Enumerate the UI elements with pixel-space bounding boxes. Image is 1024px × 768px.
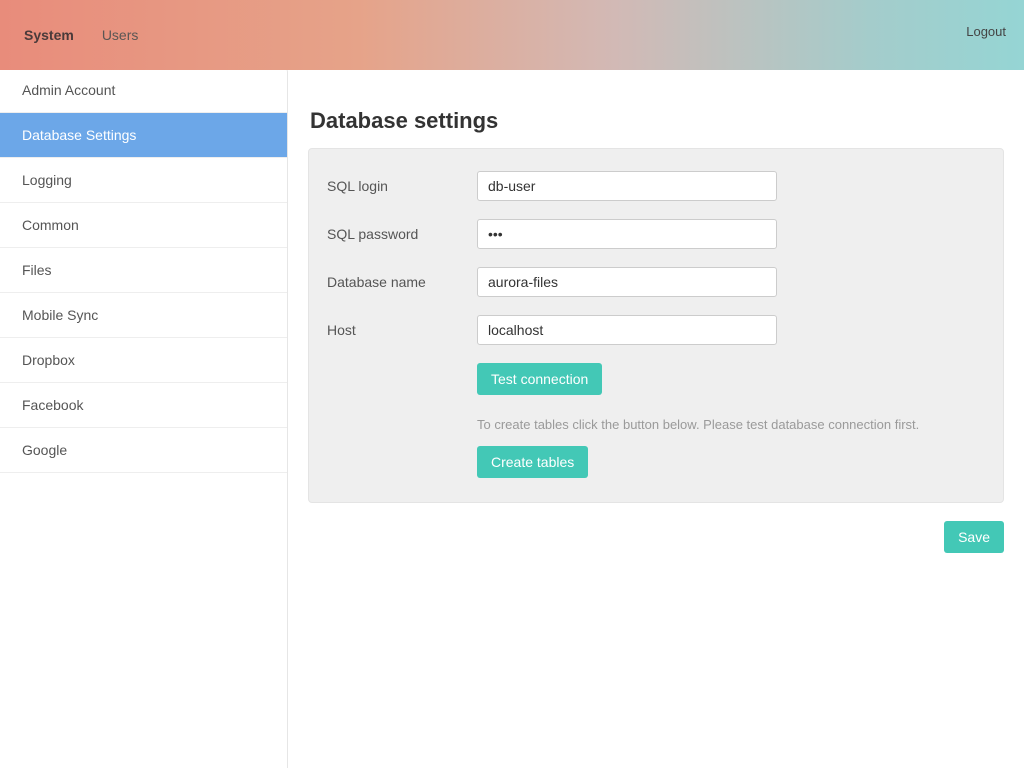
sidebar-item-files[interactable]: Files (0, 248, 287, 293)
logout-link[interactable]: Logout (966, 24, 1006, 39)
sidebar-item-admin-account[interactable]: Admin Account (0, 68, 287, 113)
sidebar-item-logging[interactable]: Logging (0, 158, 287, 203)
settings-panel: SQL login SQL password Database name Hos… (308, 148, 1004, 503)
tab-system[interactable]: System (14, 19, 84, 51)
page-title: Database settings (310, 108, 1004, 134)
layout: Admin Account Database Settings Logging … (0, 70, 1024, 768)
sidebar-item-database-settings[interactable]: Database Settings (0, 113, 287, 158)
row-db-name: Database name (327, 267, 985, 297)
label-host: Host (327, 322, 477, 338)
label-db-name: Database name (327, 274, 477, 290)
sidebar-item-dropbox[interactable]: Dropbox (0, 338, 287, 383)
create-tables-button[interactable]: Create tables (477, 446, 588, 478)
sidebar-item-facebook[interactable]: Facebook (0, 383, 287, 428)
row-host: Host (327, 315, 985, 345)
sql-password-input[interactable] (477, 219, 777, 249)
sidebar-item-google[interactable]: Google (0, 428, 287, 473)
test-connection-button[interactable]: Test connection (477, 363, 602, 395)
save-row: Save (308, 521, 1004, 553)
save-button[interactable]: Save (944, 521, 1004, 553)
label-sql-login: SQL login (327, 178, 477, 194)
sidebar-item-mobile-sync[interactable]: Mobile Sync (0, 293, 287, 338)
sql-login-input[interactable] (477, 171, 777, 201)
tab-users[interactable]: Users (92, 19, 149, 51)
create-tables-hint: To create tables click the button below.… (477, 417, 985, 432)
row-sql-password: SQL password (327, 219, 985, 249)
row-sql-login: SQL login (327, 171, 985, 201)
main-content: Database settings SQL login SQL password… (288, 70, 1024, 768)
sidebar: Admin Account Database Settings Logging … (0, 68, 288, 768)
db-name-input[interactable] (477, 267, 777, 297)
label-sql-password: SQL password (327, 226, 477, 242)
sidebar-item-common[interactable]: Common (0, 203, 287, 248)
host-input[interactable] (477, 315, 777, 345)
topbar: System Users Logout (0, 0, 1024, 70)
